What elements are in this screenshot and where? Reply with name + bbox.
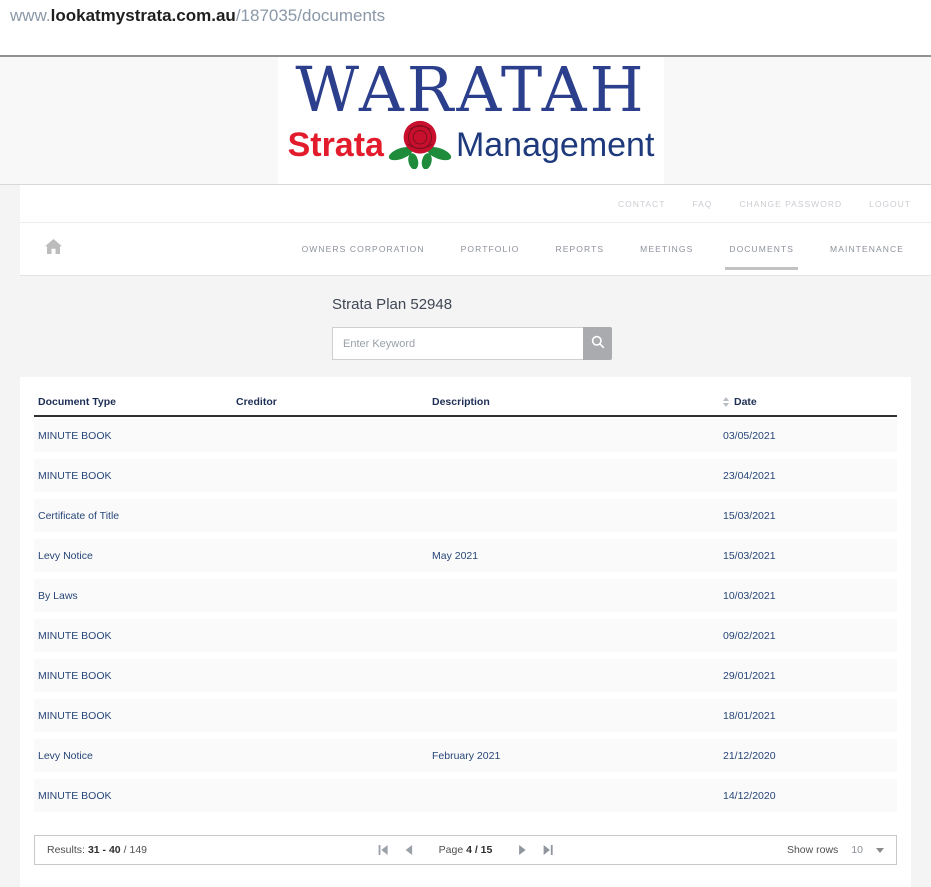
cell-document-type: By Laws [34,590,232,602]
next-page-button[interactable] [516,843,529,857]
column-header-description: Description [428,396,719,408]
utility-link-contact[interactable]: CONTACT [618,199,665,209]
nav-item-meetings[interactable]: MEETINGS [640,223,693,275]
hero-section: Strata Plan 52948 [0,276,931,377]
cell-date: 15/03/2021 [719,510,897,522]
address-path: /187035/documents [236,6,385,25]
cell-date: 29/01/2021 [719,670,897,682]
table-row[interactable]: MINUTE BOOK 09/02/2021 [34,619,897,652]
address-prefix: www. [10,6,51,25]
cell-date: 09/02/2021 [719,630,897,642]
logo-management-text: Management [456,126,654,165]
table-row[interactable]: Certificate of Title 15/03/2021 [34,499,897,532]
logo-band: WARATAH Strata [0,57,931,185]
table-body: MINUTE BOOK 03/05/2021 MINUTE BOOK 23/04… [34,419,897,812]
cell-date: 14/12/2020 [719,790,897,802]
table-row[interactable]: MINUTE BOOK 14/12/2020 [34,779,897,812]
nav-item-portfolio[interactable]: PORTFOLIO [461,223,520,275]
pager-controls: Page 4 / 15 [376,843,556,857]
table-row[interactable]: Levy Notice February 2021 21/12/2020 [34,739,897,772]
cell-document-type: MINUTE BOOK [34,470,232,482]
cell-date: 21/12/2020 [719,750,897,762]
cell-date: 15/03/2021 [719,550,897,562]
address-domain: lookatmystrata.com.au [51,6,236,25]
show-rows-label: Show rows [787,844,838,856]
page-title: Strata Plan 52948 [332,296,452,313]
table-row[interactable]: MINUTE BOOK 23/04/2021 [34,459,897,492]
table-row[interactable]: MINUTE BOOK 03/05/2021 [34,419,897,452]
cell-document-type: MINUTE BOOK [34,790,232,802]
page-indicator: Page 4 / 15 [439,844,493,856]
table-row[interactable]: By Laws 10/03/2021 [34,579,897,612]
main-nav-band: OWNERS CORPORATION PORTFOLIO REPORTS MEE… [0,223,931,276]
caret-down-icon[interactable] [876,848,884,853]
waratah-logo: WARATAH Strata [278,57,664,184]
last-page-button[interactable] [541,843,555,857]
search-input[interactable] [332,327,583,360]
cell-document-type: MINUTE BOOK [34,670,232,682]
cell-document-type: MINUTE BOOK [34,710,232,722]
cell-document-type: Levy Notice [34,750,232,762]
utility-link-faq[interactable]: FAQ [692,199,712,209]
logo-title: WARATAH [278,58,664,122]
utility-nav-band: CONTACT FAQ CHANGE PASSWORD LOGOUT [0,185,931,223]
utility-link-logout[interactable]: LOGOUT [869,199,911,209]
cell-document-type: Certificate of Title [34,510,232,522]
results-summary: Results:31 - 40/ 149 [47,844,150,856]
nav-item-maintenance[interactable]: MAINTENANCE [830,223,904,275]
utility-link-change-password[interactable]: CHANGE PASSWORD [739,199,842,209]
first-page-button[interactable] [376,843,390,857]
column-header-date[interactable]: Date [719,396,897,408]
table-row[interactable]: Levy Notice May 2021 15/03/2021 [34,539,897,572]
previous-page-button[interactable] [402,843,415,857]
documents-card: Document Type Creditor Description Date … [20,377,911,887]
nav-item-documents[interactable]: DOCUMENTS [729,223,794,275]
table-header-row: Document Type Creditor Description Date [34,389,897,417]
table-row[interactable]: MINUTE BOOK 29/01/2021 [34,659,897,692]
logo-strata-text: Strata [288,126,384,165]
column-header-creditor: Creditor [232,396,428,408]
cell-date: 10/03/2021 [719,590,897,602]
home-icon[interactable] [45,239,62,259]
column-header-document-type: Document Type [34,396,232,408]
show-rows-control[interactable]: Show rows 10 [787,844,884,856]
cell-description: February 2021 [428,750,719,762]
cell-date: 23/04/2021 [719,470,897,482]
search-icon [591,335,605,352]
pagination-bar: Results:31 - 40/ 149 Page 4 / 15 [34,835,897,865]
table-row[interactable]: MINUTE BOOK 18/01/2021 [34,699,897,732]
cell-document-type: MINUTE BOOK [34,630,232,642]
cell-description: May 2021 [428,550,719,562]
cell-date: 03/05/2021 [719,430,897,442]
address-bar[interactable]: www.lookatmystrata.com.au/187035/documen… [0,0,931,57]
show-rows-value[interactable]: 10 [851,844,863,856]
cell-date: 18/01/2021 [719,710,897,722]
search-button[interactable] [583,327,612,360]
nav-item-reports[interactable]: REPORTS [556,223,605,275]
cell-document-type: MINUTE BOOK [34,430,232,442]
waratah-flower-icon [388,117,452,174]
sort-icon[interactable] [723,397,729,407]
keyword-search [332,327,612,360]
nav-item-owners-corporation[interactable]: OWNERS CORPORATION [302,223,425,275]
main-nav-items: OWNERS CORPORATION PORTFOLIO REPORTS MEE… [302,223,904,275]
cell-document-type: Levy Notice [34,550,232,562]
